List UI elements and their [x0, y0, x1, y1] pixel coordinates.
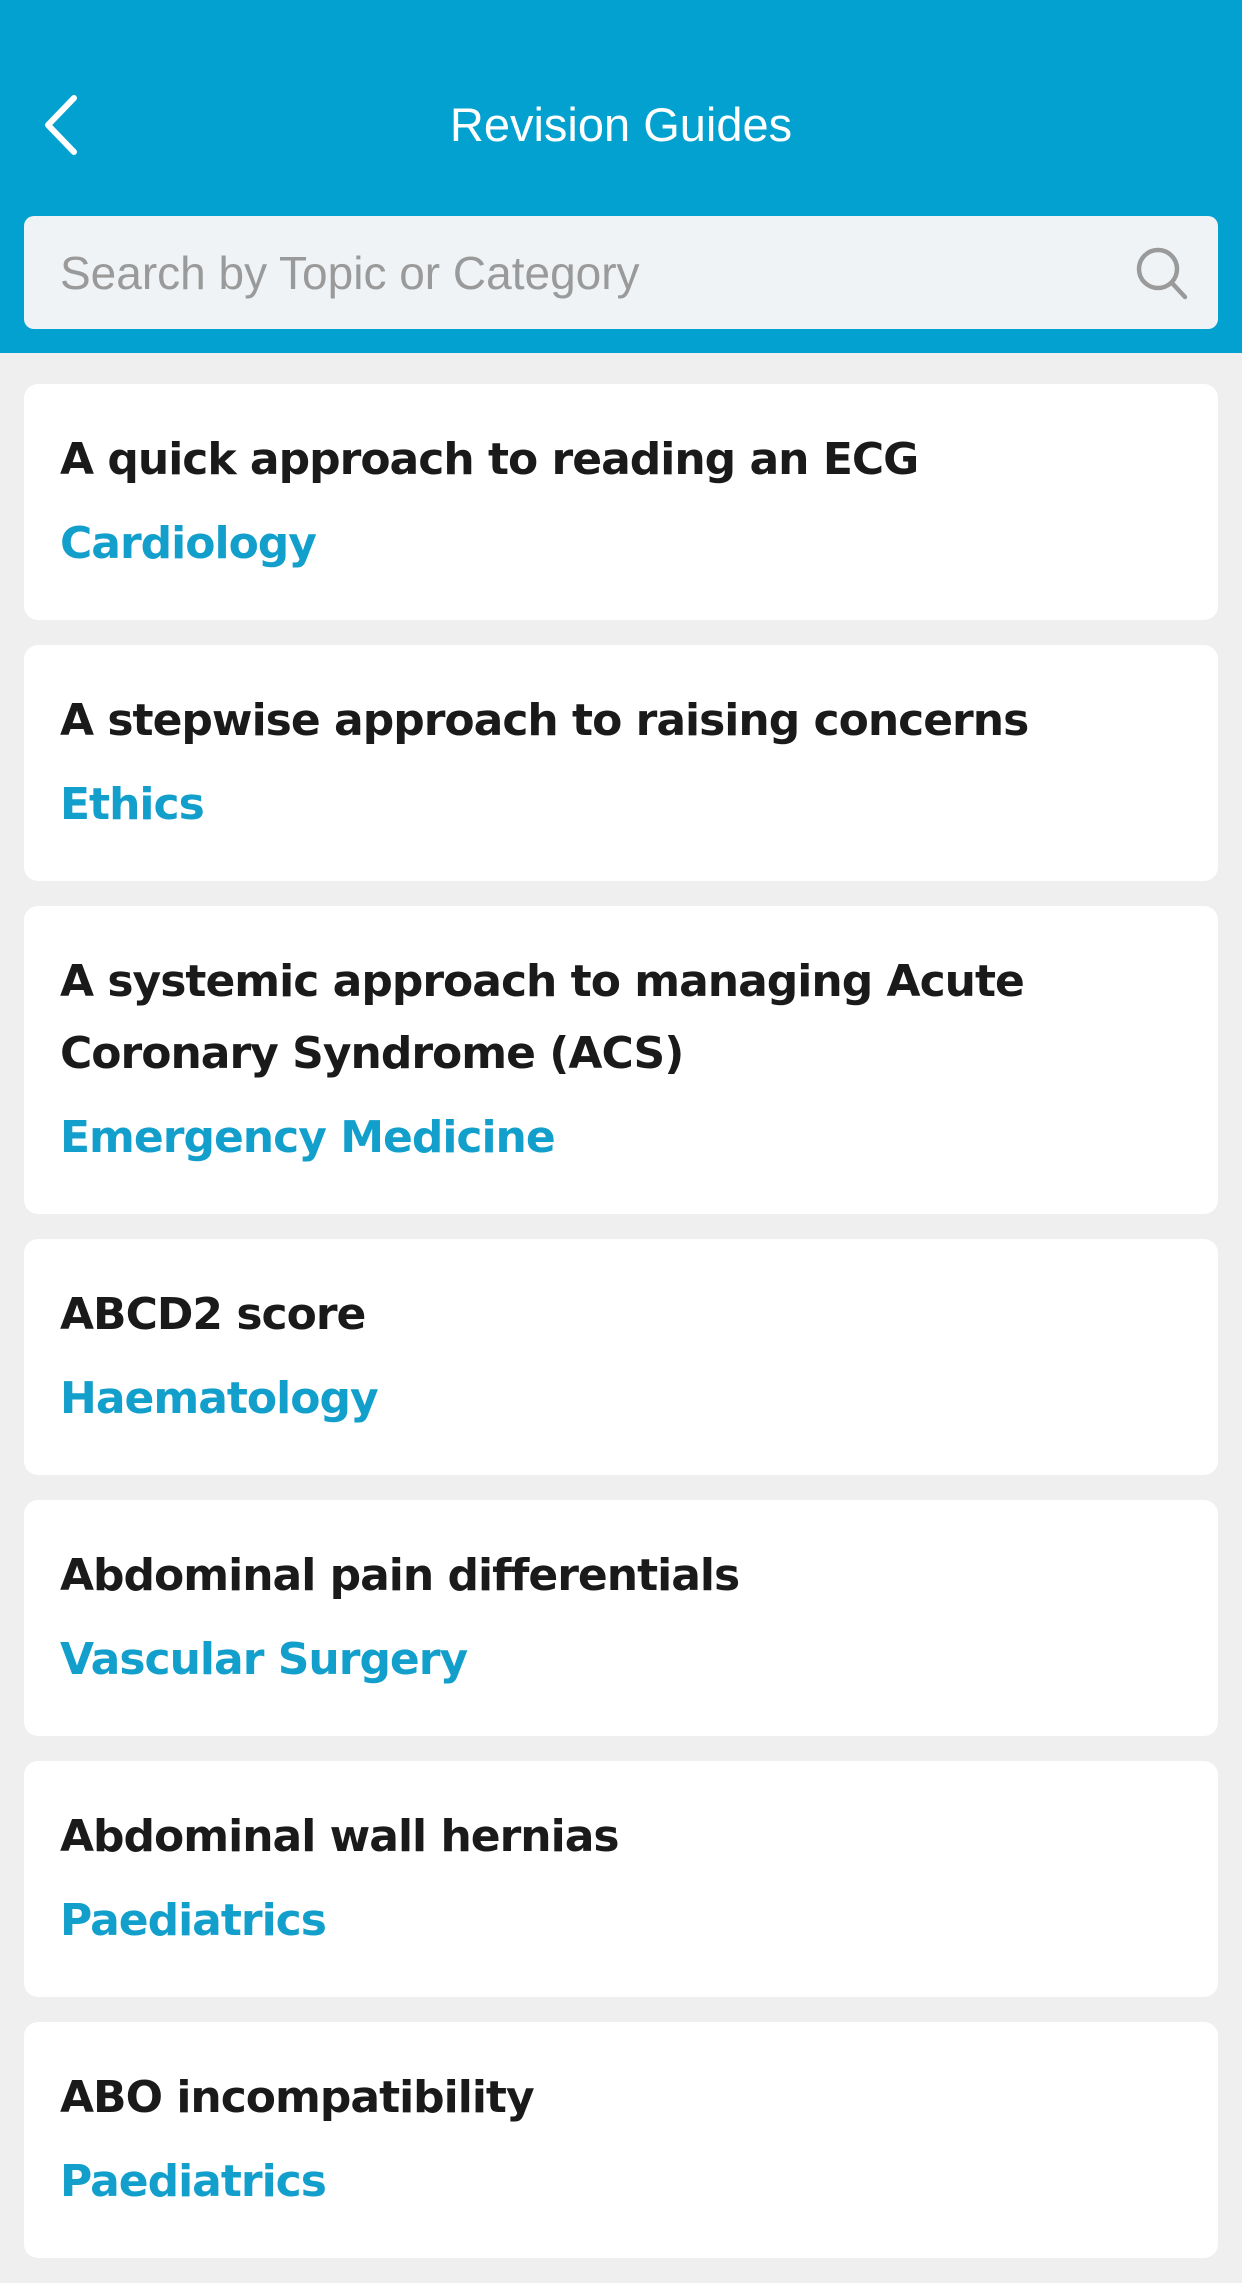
guide-category: Emergency Medicine [60, 1112, 556, 1163]
search-bar [24, 216, 1218, 329]
guide-category: Haematology [60, 1373, 379, 1424]
guides-list: A quick approach to reading an ECG Cardi… [24, 384, 1218, 2283]
guide-title: ABCD2 score [60, 1289, 366, 1340]
app-header: Revision Guides [0, 0, 1242, 353]
guide-title: A quick approach to reading an ECG [60, 434, 919, 485]
guide-category: Cardiology [60, 518, 317, 569]
guide-title: A systemic approach to managing Acute Co… [60, 956, 1025, 1079]
search-input[interactable] [24, 216, 1132, 329]
guide-title: Abdominal wall hernias [60, 1811, 620, 1862]
guide-card[interactable]: A stepwise approach to raising concerns … [24, 645, 1218, 881]
guide-card[interactable]: ABO incompatibility Paediatrics [24, 2022, 1218, 2258]
guide-title: A stepwise approach to raising concerns [60, 695, 1029, 746]
page-title: Revision Guides [449, 98, 793, 151]
guide-category: Paediatrics [60, 1895, 327, 1946]
guide-title: ABO incompatibility [60, 2072, 535, 2123]
guide-card[interactable]: A quick approach to reading an ECG Cardi… [24, 384, 1218, 620]
guide-card[interactable]: ABCD2 score Haematology [24, 1239, 1218, 1475]
guide-category: Vascular Surgery [60, 1634, 468, 1685]
guide-category: Ethics [60, 779, 205, 830]
guide-category: Paediatrics [60, 2156, 327, 2207]
guide-card[interactable]: Abdominal pain differentials Vascular Su… [24, 1500, 1218, 1736]
guide-title: Abdominal pain differentials [60, 1550, 740, 1601]
search-icon[interactable] [1132, 243, 1192, 303]
guide-card[interactable]: Abdominal wall hernias Paediatrics [24, 1761, 1218, 1997]
guide-card[interactable]: A systemic approach to managing Acute Co… [24, 906, 1218, 1214]
